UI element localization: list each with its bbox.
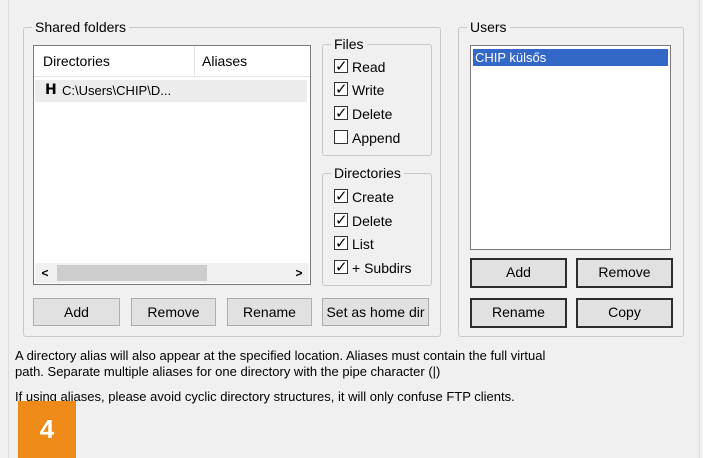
checkbox-box[interactable] [334, 130, 348, 144]
checkbox-label: Delete [352, 106, 393, 122]
copy-user-button[interactable]: Copy [576, 298, 673, 328]
checkbox-box[interactable] [334, 233, 348, 253]
user-list-item[interactable]: CHIP külsős [473, 49, 668, 66]
scroll-left-arrow-icon[interactable]: < [35, 263, 55, 283]
rename-user-button[interactable]: Rename [470, 298, 567, 328]
info-text-line-2: path. Separate multiple aliases for one … [15, 364, 441, 379]
checkbox-label: Delete [352, 213, 393, 229]
checkbox-label: Create [352, 189, 395, 205]
directory-path: C:\Users\CHIP\D... [62, 83, 172, 98]
info-text-line-1: A directory alias will also appear at th… [15, 348, 546, 363]
checkbox-label: List [352, 236, 374, 252]
scrollbar-thumb[interactable] [57, 265, 207, 281]
checkbox-box[interactable] [334, 186, 348, 206]
step-number-badge: 4 [18, 401, 76, 458]
files-title: Files [331, 36, 367, 52]
users-listbox[interactable]: CHIP külsős [470, 45, 671, 250]
checkbox-box[interactable] [334, 79, 348, 99]
column-header-aliases[interactable]: Aliases [202, 53, 247, 69]
set-home-dir-button[interactable]: Set as home dir [322, 298, 429, 326]
horizontal-scrollbar[interactable]: < > [35, 263, 309, 283]
scroll-right-arrow-icon[interactable]: > [289, 263, 309, 283]
checkbox-box[interactable] [334, 257, 348, 277]
checkbox-box[interactable] [334, 103, 348, 123]
column-header-directories[interactable]: Directories [43, 53, 110, 69]
add-user-button[interactable]: Add [470, 258, 567, 288]
add-folder-button[interactable]: Add [33, 298, 120, 326]
home-dir-flag: H [45, 82, 57, 98]
checkbox-label: + Subdirs [352, 260, 412, 276]
checkbox-box[interactable] [334, 210, 348, 230]
rename-folder-button[interactable]: Rename [227, 298, 312, 326]
checkbox-label: Read [352, 59, 386, 75]
directories-listview[interactable]: Directories Aliases H C:\Users\CHIP\D...… [33, 45, 311, 285]
listview-header: Directories Aliases [34, 46, 310, 77]
directory-row[interactable]: H C:\Users\CHIP\D... [35, 80, 307, 102]
checkbox-label: Append [352, 130, 401, 146]
checkbox-label: Write [352, 82, 385, 98]
checkbox-box[interactable] [334, 56, 348, 76]
users-title: Users [467, 19, 510, 35]
directories-title: Directories [331, 165, 404, 181]
shared-folders-title: Shared folders [32, 19, 130, 35]
remove-user-button[interactable]: Remove [576, 258, 673, 288]
info-text-line-3: If using aliases, please avoid cyclic di… [15, 389, 515, 404]
column-separator[interactable] [194, 46, 195, 76]
remove-folder-button[interactable]: Remove [131, 298, 216, 326]
